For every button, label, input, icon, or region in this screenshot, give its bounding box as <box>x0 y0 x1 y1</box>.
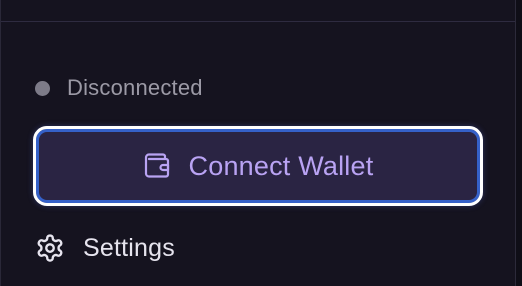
top-divider <box>1 21 515 22</box>
status-label: Disconnected <box>67 75 203 100</box>
sidebar-panel: Disconnected Connect Wallet Settings <box>0 0 516 286</box>
settings-item[interactable]: Settings <box>35 230 175 266</box>
settings-label: Settings <box>83 233 175 262</box>
connection-status: Disconnected <box>35 74 203 102</box>
gear-icon <box>35 233 65 263</box>
connect-wallet-content: Connect Wallet <box>143 151 374 182</box>
connect-wallet-button[interactable]: Connect Wallet <box>33 126 483 206</box>
connect-wallet-label: Connect Wallet <box>188 150 374 181</box>
wallet-icon <box>143 152 173 180</box>
status-dot-icon <box>35 80 50 96</box>
